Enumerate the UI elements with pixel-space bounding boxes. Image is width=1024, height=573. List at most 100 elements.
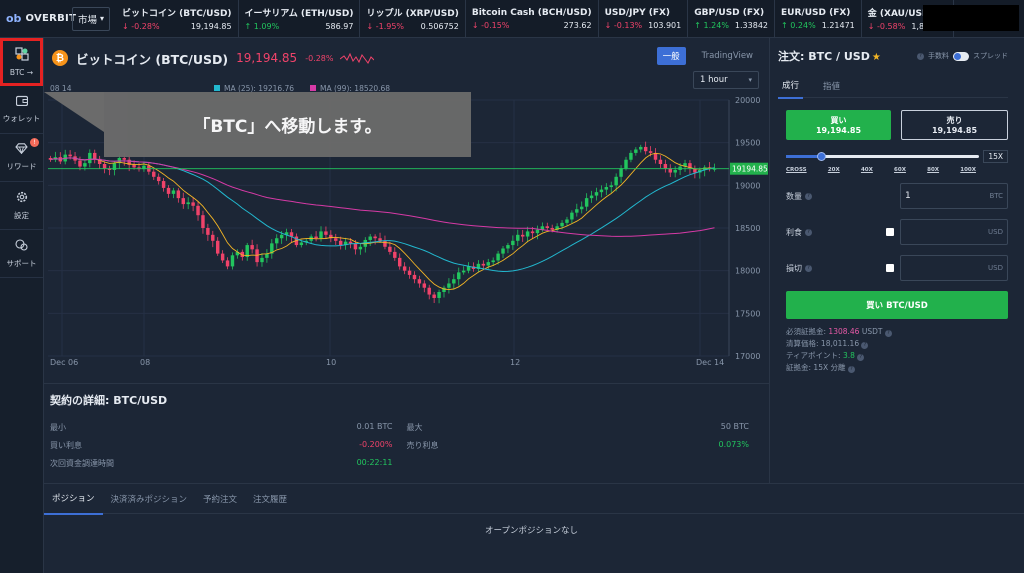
candle-body [152, 171, 156, 177]
candle-body [624, 159, 628, 169]
candle-body [570, 212, 574, 220]
candle-body [575, 209, 579, 213]
ticker-name: EUR/USD (FX) [781, 7, 851, 18]
leverage-mark[interactable]: 60X [894, 167, 906, 173]
candle-body [437, 292, 441, 298]
logo[interactable]: ob OVERBIT [0, 12, 76, 25]
ticker-item[interactable]: イーサリアム (ETH/USD) ↑ 1.09% 586.97 [239, 0, 361, 38]
sidebar-item-label: BTC → [9, 68, 34, 77]
top-bar: ob OVERBIT 市場 ▾ ビットコイン (BTC/USD) ↓ -0.28… [0, 0, 1024, 38]
candle-body [530, 231, 535, 234]
x-tick-label: Dec 14 [696, 358, 724, 367]
candle-body [279, 234, 284, 239]
candle-body [457, 272, 461, 280]
ticker-change: -0.58% [877, 22, 906, 31]
current-price-label: 19194.85 [732, 165, 768, 174]
stop-loss-row: 損切? USD [786, 255, 1008, 281]
tab-general[interactable]: 一般 [656, 47, 686, 65]
candle-body [614, 176, 618, 186]
candle-body [102, 164, 107, 169]
tab-positions-3[interactable]: 注文履歴 [245, 484, 295, 514]
spread-toggle[interactable] [953, 51, 969, 61]
help-icon: ? [861, 341, 869, 349]
tab-market[interactable]: 成行 [778, 73, 804, 99]
candle-body [604, 187, 609, 190]
qty-label: 数量 [786, 191, 802, 201]
tutorial-callout: 「BTC」へ移動します。 [104, 92, 471, 157]
sidebar-item-reward[interactable]: ! リワード [0, 134, 43, 182]
buy-button[interactable]: 買い 19,194.85 [786, 110, 891, 140]
chart-change-percent: -0.28% [305, 53, 334, 63]
sidebar-item-btc[interactable]: BTC → [0, 38, 43, 86]
tp-checkbox[interactable] [886, 228, 894, 236]
arrow-up-icon: ↑ [244, 22, 252, 31]
detail-label: 次回資金調達時間 [50, 458, 114, 468]
candle-body [122, 158, 126, 160]
ticker-price: 103.901 [648, 20, 682, 30]
help-icon: ? [884, 329, 892, 337]
leverage-mark[interactable]: 40X [861, 167, 873, 173]
tab-limit[interactable]: 指値 [819, 74, 844, 98]
submit-order-button[interactable]: 買い BTC/USD [786, 291, 1008, 319]
leverage-marks: CROSS 20X 40X 60X 80X 100X [786, 167, 976, 173]
ticker-item[interactable]: EUR/USD (FX) ↑ 0.24% 1.21471 [775, 0, 862, 38]
tab-tradingview[interactable]: TradingView [696, 48, 759, 64]
candle-body [417, 279, 422, 284]
tier-value: 3.8 [842, 351, 855, 360]
candle-body [348, 241, 353, 244]
sidebar-item-settings[interactable]: 設定 [0, 182, 43, 230]
candle-body [520, 234, 525, 237]
candle-body [215, 240, 220, 254]
candle-body [452, 279, 456, 284]
candle-body [181, 198, 185, 205]
tp-input[interactable]: USD [900, 219, 1008, 245]
leverage-slider[interactable] [786, 152, 980, 161]
sl-input[interactable]: USD [900, 255, 1008, 281]
leverage-mark[interactable]: 80X [927, 167, 939, 173]
help-icon: ? [805, 228, 812, 236]
tab-positions-0[interactable]: ポジション [44, 483, 103, 515]
order-header: 注文: BTC / USD ★ ? 手数料 スプレッド [778, 38, 1008, 74]
ma99-swatch [310, 85, 316, 91]
ticker-item[interactable]: USD/JPY (FX) ↓ -0.13% 103.901 [599, 0, 689, 38]
leverage-fill [786, 155, 821, 158]
leverage-mark[interactable]: 20X [828, 167, 840, 173]
candle-body [461, 270, 466, 273]
sidebar-item-label: サポート [6, 258, 37, 268]
leverage-knob[interactable] [816, 152, 826, 161]
ticker-price: 19,194.85 [190, 22, 232, 31]
tab-positions-2[interactable]: 予約注文 [195, 484, 245, 514]
favorite-star-icon[interactable]: ★ [872, 52, 881, 63]
candle-body [206, 228, 210, 235]
sidebar-item-support[interactable]: サポート [0, 230, 43, 278]
tab-positions-1[interactable]: 決済済みポジション [103, 484, 196, 514]
sell-button[interactable]: 売り 19,194.85 [901, 110, 1008, 140]
qty-input[interactable]: 1 BTC [900, 183, 1008, 209]
candle-body [176, 190, 181, 199]
arrow-down-icon: ↓ [867, 22, 875, 31]
market-dropdown-button[interactable]: 市場 ▾ [72, 6, 111, 31]
leverage-value[interactable]: 15X [983, 150, 1008, 163]
spread-label: スプレッド [973, 52, 1008, 60]
sidebar-item-wallet[interactable]: ウォレット [0, 86, 43, 134]
sl-checkbox[interactable] [886, 264, 894, 272]
leverage-mark[interactable]: 100X [960, 167, 976, 173]
candle-body [250, 245, 254, 250]
notification-badge: ! [30, 138, 39, 147]
tp-label: 利食 [786, 227, 802, 237]
empty-positions-text: オープンポジションなし [485, 526, 578, 536]
leverage-mark[interactable]: CROSS [786, 167, 807, 173]
gear-icon [16, 191, 28, 206]
candle-body [658, 159, 663, 164]
y-tick-label: 17500 [735, 309, 760, 318]
ticker-item[interactable]: Bitcoin Cash (BCH/USD) ↓ -0.15% 273.62 [466, 0, 599, 38]
candle-body [427, 287, 431, 295]
help-icon: ? [857, 353, 865, 361]
candle-body [132, 164, 136, 168]
ticker-item[interactable]: ビットコイン (BTC/USD) ↓ -0.28% 19,194.85 [116, 0, 239, 38]
ticker-item[interactable]: リップル (XRP/USD) ↓ -1.95% 0.506752 [360, 0, 466, 38]
ticker-item[interactable]: GBP/USD (FX) ↑ 1.24% 1.33842 [688, 0, 776, 38]
ticker-price: 1.21471 [821, 20, 855, 30]
ticker-price: 0.506752 [420, 22, 459, 31]
contract-details: 契約の詳細: BTC/USD 最小 0.01 BTC 最大 50 BTC 買い利息 -0… [44, 383, 769, 483]
